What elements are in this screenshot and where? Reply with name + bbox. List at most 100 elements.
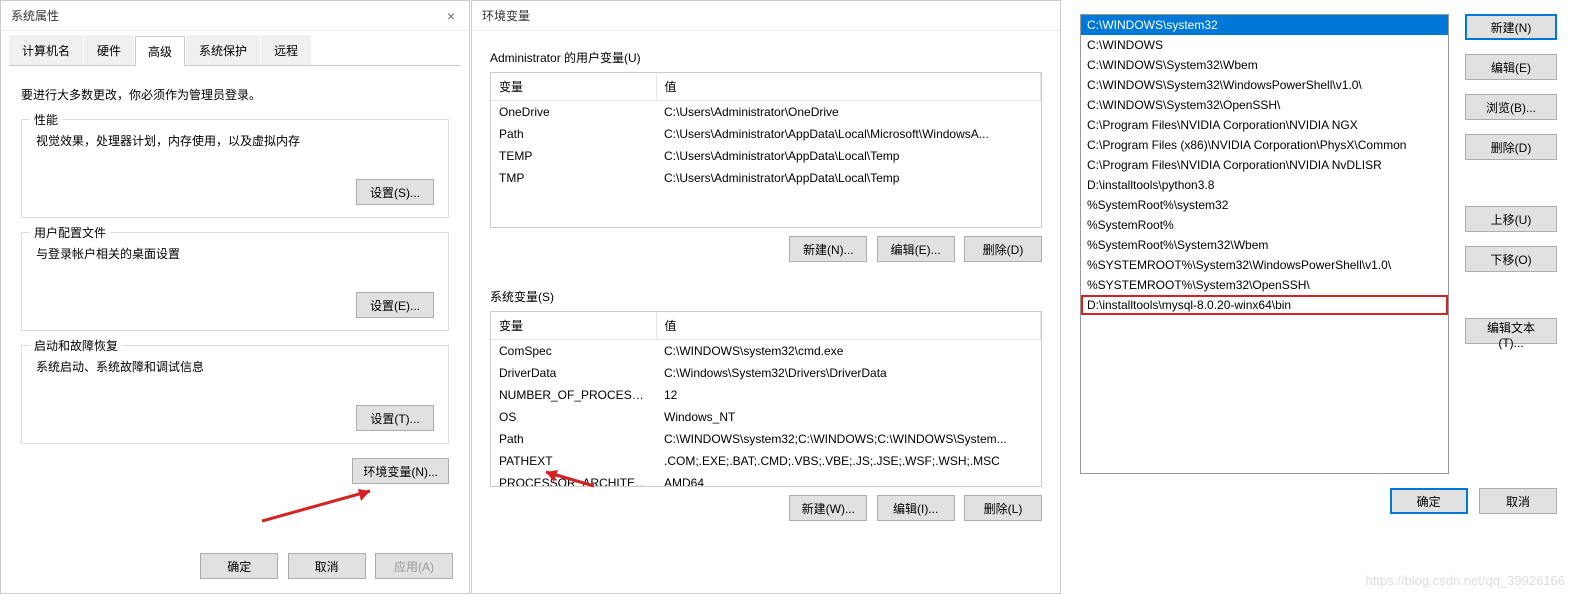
list-item[interactable]: C:\WINDOWS\system32 bbox=[1081, 15, 1448, 35]
close-icon[interactable]: × bbox=[443, 8, 459, 24]
table-row[interactable]: NUMBER_OF_PROCESSORS12 bbox=[491, 384, 1041, 406]
list-item[interactable]: C:\WINDOWS\System32\WindowsPowerShell\v1… bbox=[1081, 75, 1448, 95]
list-item[interactable]: C:\Program Files\NVIDIA Corporation\NVID… bbox=[1081, 155, 1448, 175]
var-value: C:\Users\Administrator\AppData\Local\Tem… bbox=[656, 167, 1041, 189]
list-item[interactable]: D:\installtools\python3.8 bbox=[1081, 175, 1448, 195]
list-item[interactable]: C:\WINDOWS\System32\Wbem bbox=[1081, 55, 1448, 75]
dialog-titlebar: 系统属性 × bbox=[1, 1, 469, 31]
startup-settings-button[interactable]: 设置(T)... bbox=[356, 405, 434, 431]
var-value: C:\Windows\System32\Drivers\DriverData bbox=[656, 362, 1041, 384]
list-item[interactable]: %SYSTEMROOT%\System32\OpenSSH\ bbox=[1081, 275, 1448, 295]
list-item[interactable]: %SYSTEMROOT%\System32\WindowsPowerShell\… bbox=[1081, 255, 1448, 275]
var-name: TEMP bbox=[491, 145, 656, 167]
tab-远程[interactable]: 远程 bbox=[261, 35, 311, 65]
path-edittext-button[interactable]: 编辑文本(T)... bbox=[1465, 318, 1557, 344]
var-value: C:\WINDOWS\system32;C:\WINDOWS;C:\WINDOW… bbox=[656, 428, 1041, 450]
path-edit-body: C:\WINDOWS\system32C:\WINDOWSC:\WINDOWS\… bbox=[1062, 0, 1575, 488]
env-body: Administrator 的用户变量(U) 变量 值 OneDriveC:\U… bbox=[472, 31, 1060, 593]
group-desc: 与登录帐户相关的桌面设置 bbox=[36, 245, 434, 262]
sys-vars-label: 系统变量(S) bbox=[490, 288, 1042, 305]
list-item[interactable]: %SystemRoot%\system32 bbox=[1081, 195, 1448, 215]
path-edit-buttons: 新建(N) 编辑(E) 浏览(B)... 删除(D) 上移(U) 下移(O) 编… bbox=[1465, 14, 1557, 474]
table-row[interactable]: TMPC:\Users\Administrator\AppData\Local\… bbox=[491, 167, 1041, 189]
dialog-footer: 确定 取消 应用(A) bbox=[1, 543, 469, 593]
user-vars-table[interactable]: 变量 值 OneDriveC:\Users\Administrator\OneD… bbox=[490, 72, 1042, 228]
col-val-header[interactable]: 值 bbox=[656, 312, 1041, 340]
cancel-button[interactable]: 取消 bbox=[1479, 488, 1557, 514]
startup-group: 启动和故障恢复 系统启动、系统故障和调试信息 设置(T)... bbox=[21, 345, 449, 444]
group-desc: 系统启动、系统故障和调试信息 bbox=[36, 358, 434, 375]
var-value: Windows_NT bbox=[656, 406, 1041, 428]
sys-btn-row: 新建(W)... 编辑(I)... 删除(L) bbox=[490, 495, 1042, 521]
list-item[interactable]: %SystemRoot% bbox=[1081, 215, 1448, 235]
col-var-header[interactable]: 变量 bbox=[491, 312, 656, 340]
sys-new-button[interactable]: 新建(W)... bbox=[789, 495, 867, 521]
performance-group: 性能 视觉效果，处理器计划，内存使用，以及虚拟内存 设置(S)... bbox=[21, 119, 449, 218]
path-browse-button[interactable]: 浏览(B)... bbox=[1465, 94, 1557, 120]
sys-delete-button[interactable]: 删除(L) bbox=[964, 495, 1042, 521]
var-name: DriverData bbox=[491, 362, 656, 384]
path-edit-button[interactable]: 编辑(E) bbox=[1465, 54, 1557, 80]
list-item[interactable]: C:\Program Files (x86)\NVIDIA Corporatio… bbox=[1081, 135, 1448, 155]
user-delete-button[interactable]: 删除(D) bbox=[964, 236, 1042, 262]
path-edit-footer: 确定 取消 bbox=[1062, 488, 1575, 528]
group-desc: 视觉效果，处理器计划，内存使用，以及虚拟内存 bbox=[36, 132, 434, 149]
var-name: ComSpec bbox=[491, 340, 656, 363]
ok-button[interactable]: 确定 bbox=[200, 553, 278, 579]
path-list[interactable]: C:\WINDOWS\system32C:\WINDOWSC:\WINDOWS\… bbox=[1080, 14, 1449, 474]
table-row[interactable]: PATHEXT.COM;.EXE;.BAT;.CMD;.VBS;.VBE;.JS… bbox=[491, 450, 1041, 472]
list-item[interactable]: C:\WINDOWS bbox=[1081, 35, 1448, 55]
var-name: OS bbox=[491, 406, 656, 428]
ok-button[interactable]: 确定 bbox=[1390, 488, 1468, 514]
env-vars-dialog: 环境变量 Administrator 的用户变量(U) 变量 值 OneDriv… bbox=[471, 0, 1061, 594]
profile-settings-button[interactable]: 设置(E)... bbox=[356, 292, 434, 318]
perf-settings-button[interactable]: 设置(S)... bbox=[356, 179, 434, 205]
tab-硬件[interactable]: 硬件 bbox=[84, 35, 134, 65]
path-up-button[interactable]: 上移(U) bbox=[1465, 206, 1557, 232]
sys-edit-button[interactable]: 编辑(I)... bbox=[877, 495, 955, 521]
var-value: AMD64 bbox=[656, 472, 1041, 487]
table-row[interactable]: PathC:\Users\Administrator\AppData\Local… bbox=[491, 123, 1041, 145]
list-item[interactable]: C:\WINDOWS\System32\OpenSSH\ bbox=[1081, 95, 1448, 115]
table-row[interactable]: DriverDataC:\Windows\System32\Drivers\Dr… bbox=[491, 362, 1041, 384]
env-vars-button[interactable]: 环境变量(N)... bbox=[352, 458, 449, 484]
user-new-button[interactable]: 新建(N)... bbox=[789, 236, 867, 262]
var-name: Path bbox=[491, 428, 656, 450]
tab-系统保护[interactable]: 系统保护 bbox=[186, 35, 260, 65]
var-name: NUMBER_OF_PROCESSORS bbox=[491, 384, 656, 406]
list-item[interactable]: D:\installtools\mysql-8.0.20-winx64\bin bbox=[1081, 295, 1448, 315]
var-name: PROCESSOR_ARCHITECT... bbox=[491, 472, 656, 487]
table-row[interactable]: ComSpecC:\WINDOWS\system32\cmd.exe bbox=[491, 340, 1041, 363]
var-value: C:\WINDOWS\system32\cmd.exe bbox=[656, 340, 1041, 363]
table-row[interactable]: PROCESSOR_ARCHITECT...AMD64 bbox=[491, 472, 1041, 487]
user-btn-row: 新建(N)... 编辑(E)... 删除(D) bbox=[490, 236, 1042, 262]
user-edit-button[interactable]: 编辑(E)... bbox=[877, 236, 955, 262]
var-value: C:\Users\Administrator\AppData\Local\Mic… bbox=[656, 123, 1041, 145]
dialog-titlebar: 环境变量 bbox=[472, 1, 1060, 31]
path-edit-dialog: C:\WINDOWS\system32C:\WINDOWSC:\WINDOWS\… bbox=[1062, 0, 1575, 520]
apply-button[interactable]: 应用(A) bbox=[375, 553, 453, 579]
system-properties-dialog: 系统属性 × 计算机名硬件高级系统保护远程 要进行大多数更改，你必须作为管理员登… bbox=[0, 0, 470, 594]
table-row[interactable]: OneDriveC:\Users\Administrator\OneDrive bbox=[491, 101, 1041, 124]
tab-计算机名[interactable]: 计算机名 bbox=[9, 35, 83, 65]
sys-vars-table[interactable]: 变量 值 ComSpecC:\WINDOWS\system32\cmd.exeD… bbox=[490, 311, 1042, 487]
tabs: 计算机名硬件高级系统保护远程 bbox=[9, 35, 461, 66]
table-row[interactable]: TEMPC:\Users\Administrator\AppData\Local… bbox=[491, 145, 1041, 167]
group-label: 用户配置文件 bbox=[30, 224, 110, 241]
list-item[interactable]: %SystemRoot%\System32\Wbem bbox=[1081, 235, 1448, 255]
list-item[interactable]: C:\Program Files\NVIDIA Corporation\NVID… bbox=[1081, 115, 1448, 135]
tab-body: 要进行大多数更改，你必须作为管理员登录。 性能 视觉效果，处理器计划，内存使用，… bbox=[1, 66, 469, 543]
col-var-header[interactable]: 变量 bbox=[491, 73, 656, 101]
table-row[interactable]: OSWindows_NT bbox=[491, 406, 1041, 428]
cancel-button[interactable]: 取消 bbox=[288, 553, 366, 579]
var-value: .COM;.EXE;.BAT;.CMD;.VBS;.VBE;.JS;.JSE;.… bbox=[656, 450, 1041, 472]
path-new-button[interactable]: 新建(N) bbox=[1465, 14, 1557, 40]
table-row[interactable]: PathC:\WINDOWS\system32;C:\WINDOWS;C:\WI… bbox=[491, 428, 1041, 450]
tab-高级[interactable]: 高级 bbox=[135, 36, 185, 66]
var-name: TMP bbox=[491, 167, 656, 189]
path-down-button[interactable]: 下移(O) bbox=[1465, 246, 1557, 272]
path-delete-button[interactable]: 删除(D) bbox=[1465, 134, 1557, 160]
col-val-header[interactable]: 值 bbox=[656, 73, 1041, 101]
var-value: C:\Users\Administrator\OneDrive bbox=[656, 101, 1041, 124]
var-name: PATHEXT bbox=[491, 450, 656, 472]
